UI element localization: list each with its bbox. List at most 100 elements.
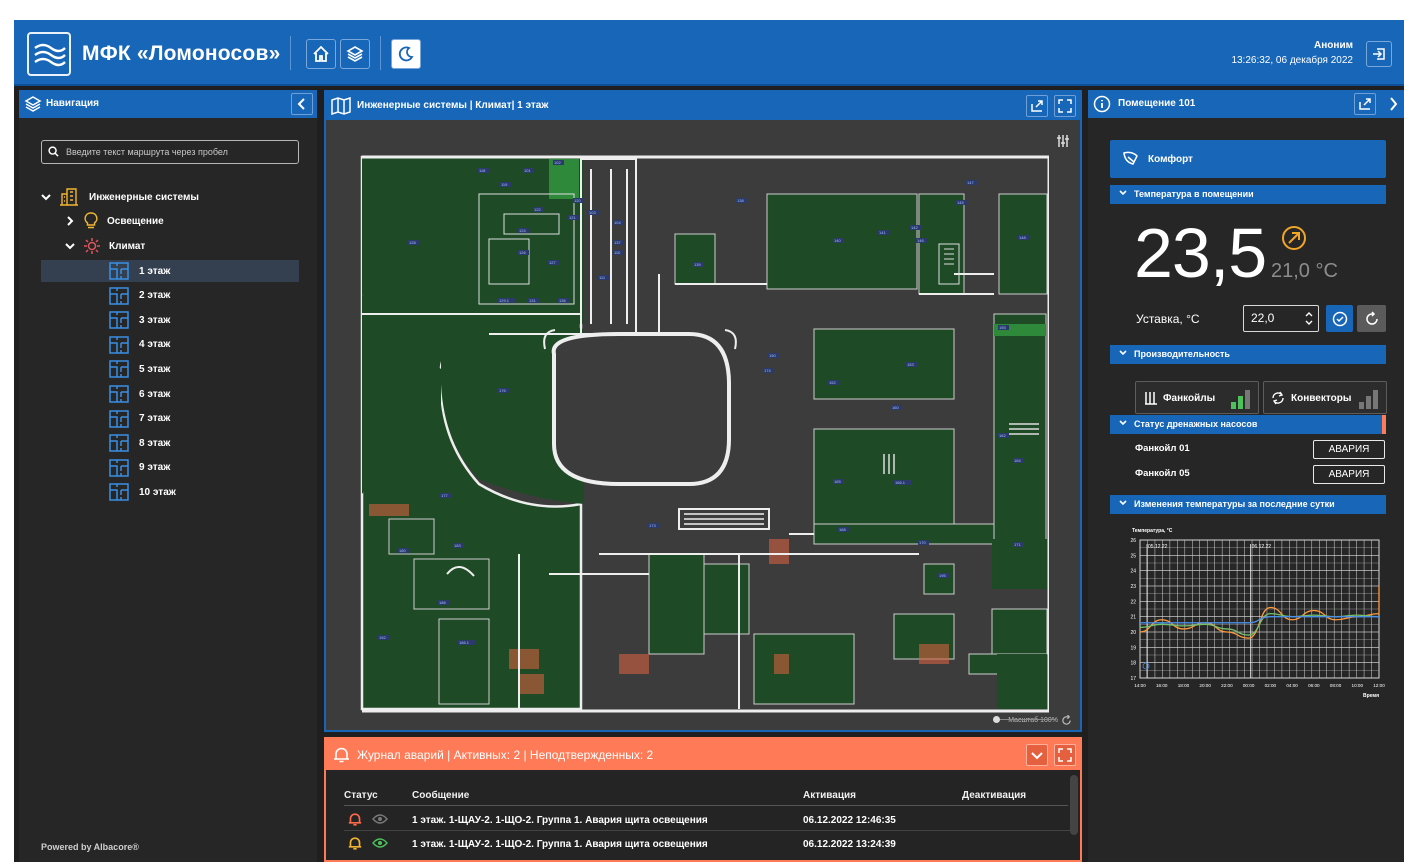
open-external-button[interactable] (1026, 95, 1048, 117)
stepper-icon[interactable] (1305, 311, 1313, 326)
home-button[interactable] (306, 39, 336, 69)
floor-item[interactable]: 1 этаж (41, 260, 299, 282)
layers-button[interactable] (340, 39, 370, 69)
room-label[interactable]: 121 (568, 215, 579, 220)
room-label[interactable]: 119 (500, 182, 511, 187)
room-label[interactable]: 128 (408, 240, 419, 245)
room-label[interactable]: 168 (838, 527, 849, 532)
collapse-nav-button[interactable] (291, 93, 313, 115)
room-label[interactable]: 138 (736, 198, 747, 203)
room-label[interactable]: 176 (498, 388, 509, 393)
room-label[interactable]: 160 (891, 405, 902, 410)
floor-item[interactable]: 7 этаж (19, 408, 295, 430)
room-label[interactable]: 136 (558, 298, 569, 303)
room-label[interactable]: 139 (693, 262, 704, 267)
temperature-section-header[interactable]: Температура в помещении (1110, 185, 1386, 204)
room-label[interactable]: 148 (1018, 235, 1029, 240)
floor-item[interactable]: 2 этаж (19, 285, 295, 307)
room-label[interactable]: 146 (916, 238, 927, 243)
room-label[interactable]: 173 (648, 523, 659, 528)
logout-button[interactable] (1366, 41, 1392, 67)
room-label[interactable]: 186.1 (458, 640, 475, 645)
room-label[interactable]: 129.1 (498, 298, 515, 303)
table-row[interactable]: 1 этаж. 1-ЩАУ-2. 1-ЩО-2. Группа 1. Авари… (344, 809, 1072, 831)
room-label[interactable]: 150 (768, 353, 779, 358)
room-label[interactable]: 145 (956, 200, 967, 205)
room-label[interactable]: 142 (910, 225, 921, 230)
convectors-button[interactable]: Конвекторы (1263, 381, 1387, 414)
room-label[interactable]: 186 (438, 600, 449, 605)
drain-status-badge[interactable]: АВАРИЯ (1313, 465, 1385, 484)
column-message[interactable]: Сообщение (412, 790, 469, 801)
reset-setpoint-button[interactable] (1357, 305, 1386, 332)
drain-section-header[interactable]: Статус дренажных насосов (1110, 415, 1386, 434)
column-deactivation[interactable]: Деактивация (962, 790, 1026, 801)
route-search-input[interactable]: Введите текст маршрута через пробел (41, 140, 299, 164)
collapse-alarms-button[interactable] (1026, 744, 1048, 766)
reset-zoom-icon[interactable] (1061, 715, 1072, 726)
floor-item[interactable]: 6 этаж (19, 383, 295, 405)
temperature-chart[interactable]: 17 18 19 20 21 22 23 24 25 26 14:00 16:00 18:00 20:00… (1110, 520, 1386, 710)
room-label[interactable]: 120 (573, 198, 584, 203)
tree-item-climate[interactable]: Климат (19, 235, 295, 257)
fullscreen-alarms-button[interactable] (1054, 744, 1076, 766)
room-label[interactable]: 155 (998, 325, 1009, 330)
room-label[interactable]: 122 (533, 207, 544, 212)
fullscreen-button[interactable] (1054, 95, 1076, 117)
room-label[interactable]: 171 (1013, 542, 1024, 547)
room-label[interactable]: 126 (518, 250, 529, 255)
performance-section-header[interactable]: Производительность (1110, 345, 1386, 364)
chart-section-header[interactable]: Изменения температуры за последние сутки (1110, 495, 1386, 514)
room-label[interactable]: 104 (613, 220, 624, 225)
floor-item[interactable]: 8 этаж (19, 432, 295, 454)
room-label[interactable]: 165 (833, 479, 844, 484)
zoom-slider-handle[interactable] (993, 716, 1000, 723)
room-label[interactable]: 152 (828, 380, 839, 385)
room-label[interactable]: 131 (528, 298, 539, 303)
room-label[interactable]: 153 (906, 362, 917, 367)
floor-item[interactable]: 4 этаж (19, 334, 295, 356)
room-label[interactable]: 124 (518, 228, 529, 233)
floor-plan[interactable]: 118 119 101 102 103 104 110 111 120 121 122 124 126 1… (359, 154, 1049, 714)
table-row[interactable]: 1 этаж. 1-ЩАУ-2. 1-ЩО-2. Группа 1. Авари… (344, 833, 1072, 855)
collapse-room-button[interactable] (1382, 93, 1404, 115)
floor-item[interactable]: 3 этаж (19, 309, 295, 331)
column-activation[interactable]: Активация (803, 790, 856, 801)
room-label[interactable]: 137 (613, 240, 624, 245)
room-label[interactable]: 103 (588, 210, 599, 215)
apply-setpoint-button[interactable] (1326, 305, 1353, 332)
floor-item[interactable]: 10 этаж (19, 481, 295, 503)
theme-button[interactable] (391, 39, 421, 69)
mode-comfort-button[interactable]: Комфорт (1110, 140, 1386, 178)
fancoils-button[interactable]: Фанкойлы (1135, 381, 1259, 414)
room-label[interactable]: 174 (763, 368, 774, 373)
setpoint-input[interactable]: 22,0 (1243, 305, 1319, 332)
floor-item[interactable]: 5 этаж (19, 358, 295, 380)
filter-icon[interactable] (1056, 134, 1070, 148)
room-label[interactable]: 183 (453, 543, 464, 548)
room-label[interactable]: 147 (966, 180, 977, 185)
room-label[interactable]: 180 (398, 548, 409, 553)
zoom-slider[interactable] (994, 719, 1056, 720)
room-label[interactable]: 101 (523, 168, 534, 173)
room-label[interactable]: 140 (833, 238, 844, 243)
room-label[interactable]: 170 (918, 540, 929, 545)
column-status[interactable]: Статус (344, 790, 378, 801)
room-label[interactable]: 162 (998, 433, 1009, 438)
eye-icon[interactable] (372, 813, 388, 825)
room-label[interactable]: 141 (878, 230, 889, 235)
room-label[interactable]: 177 (440, 493, 451, 498)
room-label[interactable]: 111 (598, 275, 609, 280)
room-label[interactable]: 195 (938, 573, 949, 578)
room-label[interactable]: 118 (478, 168, 489, 173)
room-open-external-button[interactable] (1354, 93, 1376, 115)
eye-icon[interactable] (372, 837, 388, 849)
room-label[interactable]: 110 (613, 250, 624, 255)
floor-item[interactable]: 9 этаж (19, 457, 295, 479)
tree-item-engineering[interactable]: Инженерные системы (19, 186, 295, 208)
tree-item-lighting[interactable]: Освещение (19, 210, 295, 232)
room-label[interactable]: 164 (1013, 458, 1024, 463)
room-label[interactable]: 127 (548, 260, 559, 265)
drain-status-badge[interactable]: АВАРИЯ (1313, 440, 1385, 459)
room-label[interactable]: 192 (378, 635, 389, 640)
